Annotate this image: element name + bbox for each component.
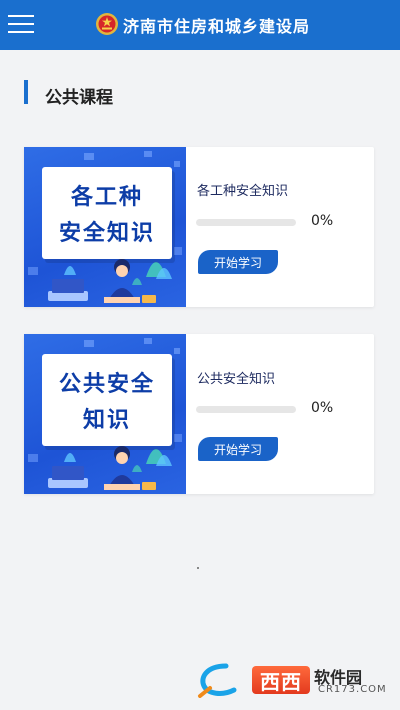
start-learning-button[interactable]: 开始学习 [198, 250, 278, 274]
progress-bar [196, 406, 296, 413]
thumbnail-text-line1: 公共安全 [58, 372, 155, 397]
progress-bar [196, 219, 296, 226]
section-title: 公共课程 [45, 88, 113, 108]
section-accent-bar [24, 80, 28, 104]
header-title: 济南市住房和城乡建设局 [123, 17, 311, 36]
thumbnail-board: 各工种 安全知识 [42, 167, 172, 259]
national-emblem-icon [96, 13, 118, 35]
watermark-swoosh-icon [198, 663, 237, 698]
hamburger-menu-icon[interactable] [8, 12, 34, 36]
course-title[interactable]: 各工种安全知识 [197, 180, 288, 199]
course-card[interactable]: 各工种 安全知识 各工种安全知识 0% 开始学习 [24, 147, 374, 307]
student-at-laptop-illustration [48, 259, 156, 303]
thumbnail-text-line1: 各工种 [70, 185, 143, 210]
progress-percent: 0% [311, 213, 334, 229]
student-at-laptop-illustration [48, 446, 156, 490]
thumbnail-text-line2: 安全知识 [58, 221, 155, 246]
thumbnail-board: 公共安全 知识 [42, 354, 172, 446]
progress-percent: 0% [311, 400, 334, 416]
course-thumbnail[interactable]: 各工种 安全知识 [24, 147, 186, 307]
thumbnail-text-line2: 知识 [82, 408, 131, 433]
watermark-tag: 西西 [252, 666, 310, 694]
watermark-logo: 西西 软件园 CR173.COM [196, 660, 386, 702]
course-thumbnail[interactable]: 公共安全 知识 [24, 334, 186, 494]
start-learning-button[interactable]: 开始学习 [198, 437, 278, 461]
stray-dot [197, 567, 199, 569]
watermark-url: CR173.COM [318, 684, 387, 695]
app-header: 济南市住房和城乡建设局 [0, 0, 400, 50]
course-card[interactable]: 公共安全 知识 公共安全知识 0% 开始学习 [24, 334, 374, 494]
course-title[interactable]: 公共安全知识 [197, 368, 275, 387]
